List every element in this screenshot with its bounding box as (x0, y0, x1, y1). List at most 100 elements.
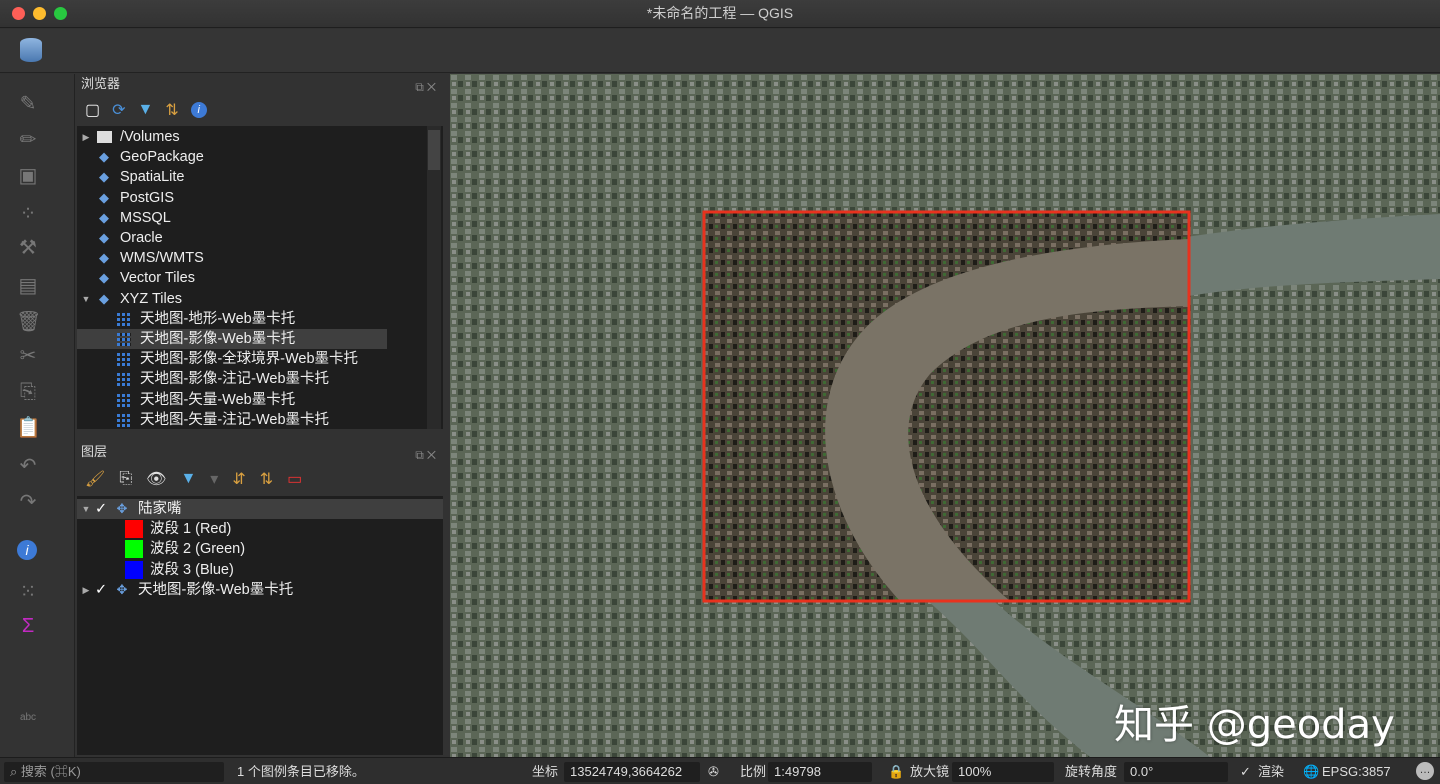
oracle-icon: ◆ (99, 230, 109, 246)
xyz-grid-icon (115, 351, 133, 367)
title-bar: *未命名的工程 — QGIS (0, 0, 1440, 28)
copy-icon[interactable]: ⎘ (16, 380, 40, 404)
browser-panel: 浏览器 ⧉✕ ▢ ⟳ ▼ ⇅ i ▶/Volumes ◆ GeoPackage ◆ Spa… (77, 74, 443, 434)
collapse-icon[interactable]: ⇅ (165, 100, 178, 120)
pencil-icon[interactable]: ✏ (16, 128, 40, 152)
xyz-tile-item[interactable]: 天地图-影像-全球境界-Web墨卡托 (77, 349, 387, 369)
database-icon[interactable] (20, 38, 42, 62)
filter-legend-icon[interactable]: ▼ (180, 470, 196, 488)
render-checkbox[interactable]: ✓ (1240, 762, 1251, 782)
postgis-icon: ◆ (99, 189, 109, 205)
save-edits-icon[interactable]: ▣ (16, 164, 40, 188)
wms-icon: ◆ (99, 250, 109, 266)
undo-icon[interactable]: ↶ (16, 454, 40, 478)
magnifier-label: 放大镜 (910, 764, 950, 779)
browser-item[interactable]: ◆ MSSQL (77, 208, 443, 228)
label-icon[interactable]: abc (16, 706, 40, 730)
magnifier-spinbox[interactable]: 100% (952, 762, 1054, 782)
browser-tree: ▶/Volumes ◆ GeoPackage ◆ SpatiaLite ◆ PostGIS ◆… (77, 126, 443, 429)
layers-panel: 图层 ⧉✕ 🖌 ⎘ 👁 ▼ ▾ ⇵ ⇅ ▭ ▼ ✓ ✥ 陆家嘴 波段 1 (Red) 波段… (77, 442, 443, 757)
xyz-grid-icon (115, 412, 133, 428)
zoom-window-button[interactable] (54, 7, 67, 20)
messages-icon[interactable]: … (1416, 762, 1434, 780)
sum-icon[interactable]: Σ (16, 614, 40, 638)
spatialite-icon: ◆ (99, 169, 109, 185)
mssql-icon: ◆ (99, 209, 109, 225)
crs-button[interactable]: EPSG:3857 (1322, 762, 1391, 782)
style-icon[interactable]: 🖌 (85, 469, 105, 489)
delete-icon[interactable]: 🗑 (16, 310, 41, 334)
color-swatch (125, 540, 143, 559)
cut-icon[interactable]: ✂ (16, 344, 40, 368)
browser-scrollbar[interactable] (427, 126, 441, 429)
scale-label: 比例 (740, 764, 767, 779)
toggle-extents-icon[interactable]: ✇ (708, 762, 719, 782)
xyz-grid-icon (115, 392, 133, 408)
status-bar: ⌕ 搜索 (⌘K) 1 个图例条目已移除。 坐标 13524749,366426… (0, 757, 1440, 784)
checkbox[interactable]: ✓ (95, 580, 113, 600)
map-canvas[interactable]: 知乎 @geoday (450, 74, 1440, 757)
raster-layer-lujiazui (704, 212, 1189, 601)
refresh-icon[interactable]: ⟳ (112, 100, 125, 120)
rotation-spinbox[interactable]: 0.0° (1124, 762, 1228, 782)
expand-arrow[interactable]: ▼ (77, 289, 95, 309)
remove-layer-icon[interactable]: ▭ (287, 469, 302, 489)
browser-item[interactable]: ◆ Vector Tiles (77, 268, 443, 288)
band-legend-item: 波段 2 (Green) (77, 539, 443, 559)
expression-filter-icon[interactable]: ▾ (210, 469, 218, 489)
coord-field[interactable]: 13524749,3664262 (564, 762, 700, 782)
xyz-grid-icon (115, 371, 133, 387)
expand-arrow[interactable]: ▶ (77, 127, 95, 147)
browser-item[interactable]: ◆ Oracle (77, 228, 443, 248)
layer-tianditu[interactable]: ▶ ✓ ✥ 天地图-影像-Web墨卡托 (77, 580, 443, 600)
scale-combobox[interactable]: 1:49798 (768, 762, 872, 782)
modify-attributes-icon[interactable]: ▤ (16, 274, 40, 298)
layers-title: 图层 (81, 444, 108, 459)
edit-icon[interactable]: ✎ (16, 92, 40, 116)
close-icon[interactable]: ✕ (427, 448, 439, 462)
browser-item[interactable]: ◆ GeoPackage (77, 147, 443, 167)
redo-icon[interactable]: ↷ (16, 490, 40, 514)
browser-item[interactable]: ◆ SpatiaLite (77, 167, 443, 187)
collapse-all-icon[interactable]: ⇅ (260, 469, 273, 489)
checkbox[interactable]: ✓ (95, 499, 113, 519)
browser-item[interactable]: ▶/Volumes (77, 127, 443, 147)
add-layer-icon[interactable]: ▢ (85, 100, 100, 120)
vertex-tool-icon[interactable]: ⚒ (16, 236, 40, 260)
xyz-tile-item[interactable]: 天地图-地形-Web墨卡托 (77, 309, 387, 329)
filter-icon[interactable]: ▼ (138, 101, 154, 119)
color-swatch (125, 560, 143, 579)
expand-all-icon[interactable]: ⇵ (232, 469, 245, 489)
browser-item[interactable]: ▼ ◆ XYZ Tiles (77, 289, 443, 309)
search-input[interactable]: ⌕ 搜索 (⌘K) (4, 762, 224, 782)
xyz-tile-item[interactable]: 天地图-矢量-Web墨卡托 (77, 389, 387, 409)
band-legend-item: 波段 1 (Red) (77, 519, 443, 539)
statistics-icon[interactable]: ⁙ (16, 580, 40, 604)
xyz-icon: ◆ (99, 290, 109, 306)
paste-icon[interactable]: 📋 (16, 416, 41, 440)
close-window-button[interactable] (12, 7, 25, 20)
layer-group-lujiazui[interactable]: ▼ ✓ ✥ 陆家嘴 (77, 499, 443, 520)
window-title: *未命名的工程 — QGIS (646, 5, 794, 21)
float-icon[interactable]: ⧉ (415, 80, 427, 94)
browser-item[interactable]: ◆ PostGIS (77, 188, 443, 208)
add-group-icon[interactable]: ⎘ (119, 470, 132, 488)
identify-icon[interactable]: i (17, 540, 37, 560)
xyz-tile-item[interactable]: 天地图-矢量-注记-Web墨卡托 (77, 410, 387, 429)
top-toolbar (0, 29, 1440, 73)
info-icon[interactable]: i (190, 102, 207, 118)
coord-label: 坐标 (532, 764, 559, 779)
lock-icon[interactable]: 🔒 (888, 762, 904, 782)
add-feature-icon[interactable]: ⁘ (16, 202, 40, 226)
close-icon[interactable]: ✕ (427, 80, 439, 94)
browser-item[interactable]: ◆ WMS/WMTS (77, 248, 443, 268)
globe-icon[interactable]: 🌐 (1303, 762, 1319, 782)
visibility-icon[interactable]: 👁 (146, 469, 166, 489)
float-icon[interactable]: ⧉ (415, 448, 427, 462)
minimize-window-button[interactable] (33, 7, 46, 20)
xyz-tile-item[interactable]: 天地图-影像-Web墨卡托 (77, 328, 387, 350)
xyz-tile-item[interactable]: 天地图-影像-注记-Web墨卡托 (77, 369, 387, 389)
vector-tiles-icon: ◆ (99, 270, 109, 286)
satellite-imagery (450, 74, 1440, 757)
rotation-label: 旋转角度 (1065, 764, 1118, 779)
